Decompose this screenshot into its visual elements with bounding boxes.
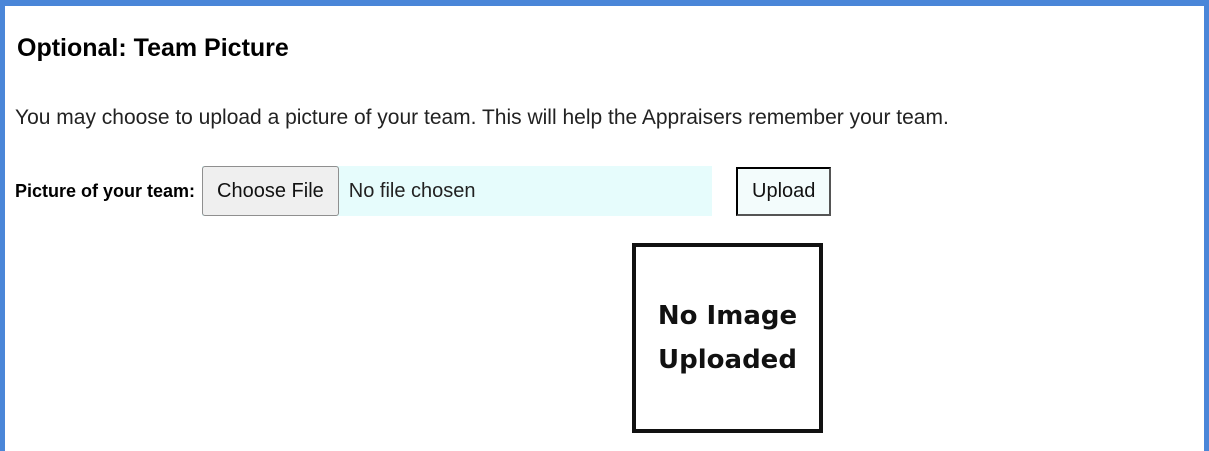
upload-button[interactable]: Upload	[736, 166, 832, 216]
placeholder-line-2: Uploaded	[658, 345, 797, 375]
choose-file-button[interactable]: Choose File	[202, 166, 339, 216]
picture-field-label: Picture of your team:	[15, 180, 196, 201]
placeholder-text: No Image Uploaded	[658, 294, 797, 382]
section-description: You may choose to upload a picture of yo…	[15, 106, 949, 129]
file-status-text: No file chosen	[348, 179, 476, 202]
upload-row: Picture of your team: Choose File No fil…	[15, 165, 832, 217]
file-input[interactable]: Choose File No file chosen	[202, 166, 713, 216]
section-title: Optional: Team Picture	[17, 34, 289, 62]
placeholder-line-1: No Image	[657, 300, 798, 331]
no-image-placeholder: No Image Uploaded	[632, 243, 823, 433]
team-picture-panel: Optional: Team Picture You may choose to…	[0, 0, 1209, 451]
